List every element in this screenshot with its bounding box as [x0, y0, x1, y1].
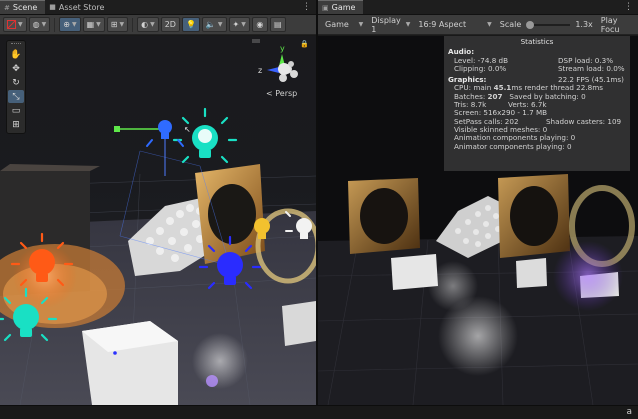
move-tool-icon[interactable]: ✥: [8, 62, 24, 75]
statistics-overlay: Statistics Audio: Level: -74.8 dB DSP lo…: [444, 36, 630, 171]
scene-toolbar: ▼ ◍ ▼ ⊕ ▼ ▦ ▼ ⊞ ▼ ◐ ▼ 2D 💡 🔈 ▼ ✦ ▼ ◉ ▤: [0, 15, 316, 35]
white-cube-right: [282, 301, 316, 346]
stats-stream-load: Stream load: 0.0%: [558, 63, 625, 73]
game-tabbar: ▣ Game ⋮: [318, 0, 638, 15]
stats-audio-row-2: Clipping: 0.0% Stream load: 0.0%: [448, 63, 626, 73]
globe-icon: ◍: [32, 20, 40, 29]
aspect-label: 16:9 Aspect: [418, 20, 467, 29]
speaker-icon: 🔈: [205, 20, 216, 29]
rect-tool-icon[interactable]: ▭: [8, 104, 24, 117]
increment-snap-dropdown[interactable]: ⊞ ▼: [106, 17, 129, 32]
dark-cube-left-top: [0, 164, 100, 171]
2d-toggle-label: 2D: [164, 20, 176, 29]
asset-store-tab-icon: ■: [49, 3, 56, 11]
scale-value: 1.3x: [575, 20, 593, 29]
scene-tabbar: # Scene ■ Asset Store ⋮: [0, 0, 316, 15]
chevron-down-icon: ▼: [405, 21, 411, 28]
game-cube-middle-hole: [510, 186, 558, 246]
scale-slider[interactable]: [526, 20, 571, 29]
play-focus-label: Play Focu: [600, 15, 620, 34]
toolbar-divider: [132, 17, 134, 32]
status-bar-icon[interactable]: a: [626, 407, 632, 417]
gizmo-z-label: z: [258, 66, 262, 75]
game-purple-glow: [553, 241, 623, 311]
stats-shadow-casters: Shadow casters: 109: [546, 116, 622, 126]
stats-animator-playing: Animator components playing: 0: [454, 141, 572, 151]
game-view-label: Game: [325, 20, 349, 29]
lighting-toggle[interactable]: 💡: [181, 17, 200, 32]
tool-palette: ✋ ✥ ↻ ⤡ ▭ ⊞: [6, 40, 26, 134]
lock-icon[interactable]: 🔒: [300, 40, 309, 48]
tool-palette-grip[interactable]: [11, 43, 21, 46]
2d-toggle[interactable]: 2D: [160, 17, 180, 32]
scale-tool-icon[interactable]: ⤡: [8, 90, 24, 103]
game-tab-icon: ▣: [322, 3, 329, 12]
gizmo-z-axis[interactable]: [267, 67, 279, 73]
game-toolbar: Game ▼ Display 1 ▼ 16:9 Aspect ▼ Scale 1.3x…: [318, 15, 638, 35]
game-more-menu-icon[interactable]: ⋮: [624, 2, 633, 12]
game-view-dropdown[interactable]: Game ▼: [321, 17, 367, 32]
gold-cube-hole: [208, 184, 256, 244]
lightbulb-icon: 💡: [185, 20, 196, 29]
shading-dropdown[interactable]: ◍ ▼: [28, 17, 51, 32]
scene-more-menu-icon[interactable]: ⋮: [302, 2, 311, 12]
pivot-dropdown[interactable]: ⊕ ▼: [59, 17, 81, 32]
cyan-light-icon[interactable]: [172, 107, 238, 164]
game-white-glow-2: [428, 261, 478, 311]
scene-viewport[interactable]: ↖ ✋ ✥ ↻ ⤡ ▭ ⊞ y z 🔒 < Persp: [0, 36, 316, 405]
gizmo-icon: ▤: [274, 20, 282, 29]
aspect-dropdown[interactable]: 16:9 Aspect ▼: [414, 17, 495, 32]
persp-toggle[interactable]: < Persp: [266, 89, 297, 98]
rotate-tool-icon[interactable]: ↻: [8, 76, 24, 89]
tab-asset-store[interactable]: ■ Asset Store: [45, 0, 112, 14]
scene-panel: # Scene ■ Asset Store ⋮ ▼ ◍ ▼ ⊕ ▼ ▦ ▼ ⊞ ▼ ◐ ▼: [0, 0, 316, 405]
stats-title: Statistics: [520, 37, 554, 46]
audio-toggle[interactable]: 🔈 ▼: [201, 17, 227, 32]
tab-game-label: Game: [331, 3, 356, 12]
scale-slider-thumb[interactable]: [526, 20, 535, 29]
scene-tab-icon: #: [4, 3, 10, 12]
selected-light-gizmo[interactable]: ↖: [114, 120, 191, 176]
tab-scene[interactable]: # Scene: [0, 0, 46, 14]
effects-toggle[interactable]: ✦ ▼: [228, 17, 250, 32]
pivot-icon: ⊕: [63, 20, 70, 29]
scale-label: Scale: [499, 20, 522, 29]
draw-mode-dropdown[interactable]: ▼: [3, 17, 27, 32]
play-focus-dropdown[interactable]: Play Focu: [597, 15, 635, 34]
game-cube-left-hole: [360, 188, 408, 244]
gizmos-dropdown[interactable]: ▤: [269, 17, 286, 32]
gizmo-y-label: y: [280, 44, 285, 53]
tab-scene-label: Scene: [12, 3, 38, 12]
sphere-icon: ◐: [141, 20, 149, 29]
toolbar-divider: [54, 17, 56, 32]
display-dropdown[interactable]: Display 1 ▼: [367, 15, 414, 34]
cube-pivot-dot: [113, 351, 117, 355]
tab-asset-store-label: Asset Store: [58, 2, 105, 12]
game-white-cube-2: [516, 258, 547, 288]
snap-icon: ⊞: [110, 20, 118, 29]
chevron-down-icon: ▼: [358, 21, 364, 28]
grid-snap-dropdown[interactable]: ▦ ▼: [82, 17, 105, 32]
effects-icon: ✦: [232, 20, 240, 29]
svg-text:↖: ↖: [184, 125, 191, 134]
draw-modes-button[interactable]: ◐ ▼: [137, 17, 159, 32]
eye-icon: ◉: [256, 20, 264, 29]
hand-tool-icon[interactable]: ✋: [8, 48, 24, 61]
game-panel: ▣ Game ⋮ Game ▼ Display 1 ▼ 16:9 Aspect ▼ S…: [318, 0, 638, 405]
stats-clipping: Clipping: 0.0%: [454, 63, 507, 73]
tab-game[interactable]: ▣ Game: [318, 0, 364, 14]
grid-icon: ▦: [86, 20, 95, 29]
display-label: Display 1: [371, 15, 401, 34]
scale-control: Scale 1.3x: [496, 17, 597, 32]
status-bar: a: [0, 405, 638, 419]
purple-glow: [206, 375, 218, 387]
game-viewport[interactable]: Statistics Audio: Level: -74.8 dB DSP lo…: [318, 36, 638, 405]
chevron-down-icon: ▼: [487, 21, 492, 28]
stats-batches-value: 207: [487, 91, 503, 101]
scene-visibility-toggle[interactable]: ◉: [251, 17, 268, 32]
white-glow-floor: [192, 333, 248, 389]
transform-tool-icon[interactable]: ⊞: [8, 118, 24, 131]
draw-mode-icon: [7, 20, 16, 29]
